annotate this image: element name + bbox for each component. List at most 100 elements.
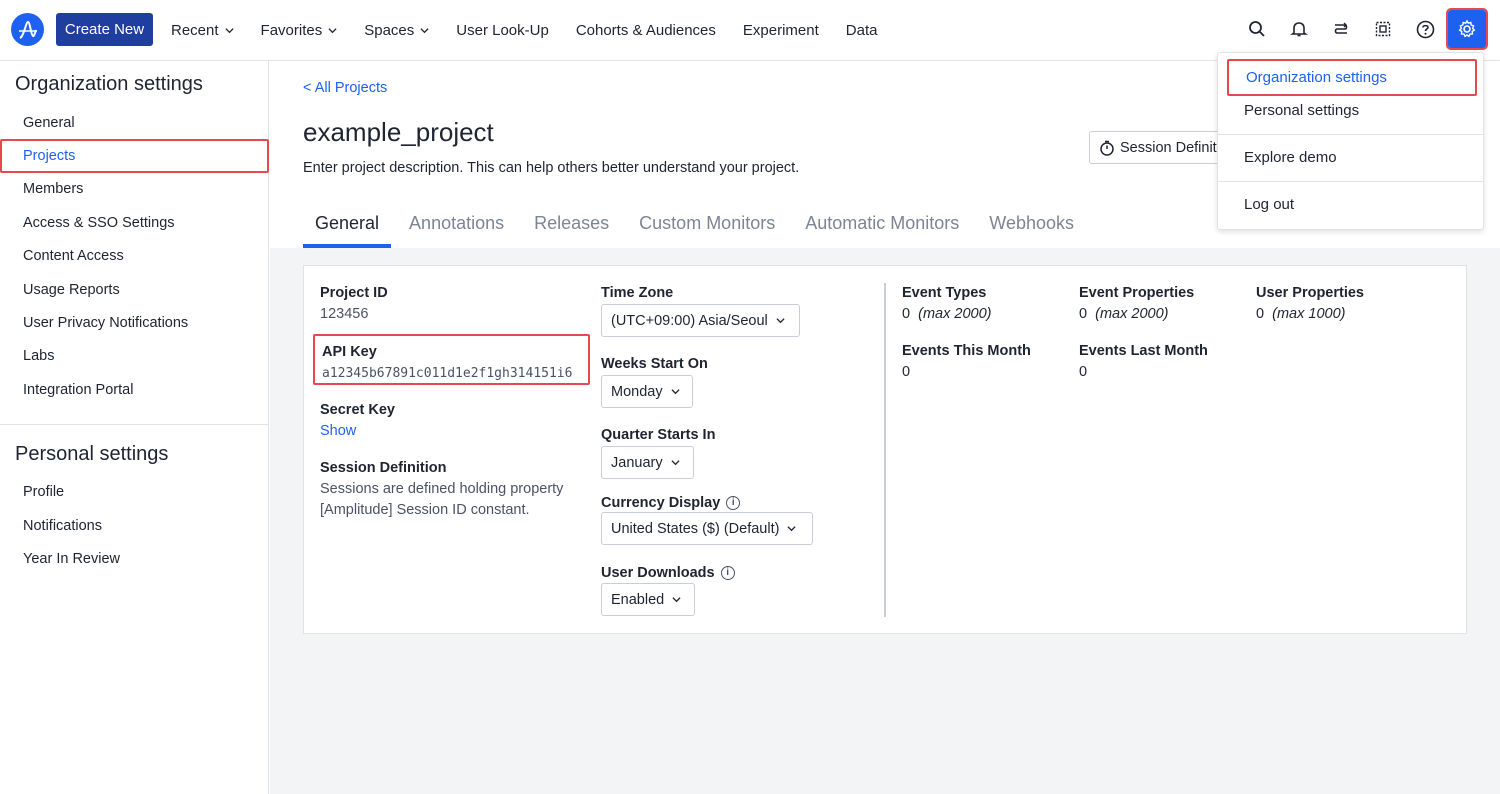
chevron-down-icon <box>671 460 680 466</box>
nav-data[interactable]: Data <box>846 22 878 39</box>
quarter-starts-label: Quarter Starts In <box>601 427 716 443</box>
sidebar-item-year-in-review[interactable]: Year In Review <box>0 542 268 575</box>
secret-key-show-link[interactable]: Show <box>320 423 356 439</box>
currency-display-value: United States ($) (Default) <box>611 520 780 537</box>
nav-spaces-label: Spaces <box>364 21 415 39</box>
menu-item-log-out[interactable]: Log out <box>1218 188 1483 221</box>
events-last-month-value: 0 <box>1079 364 1088 380</box>
project-tabs: General Annotations Releases Custom Moni… <box>303 207 1092 248</box>
page-title[interactable]: example_project <box>303 117 494 148</box>
sidebar-item-integration-portal[interactable]: Integration Portal <box>0 373 268 406</box>
secret-key-label: Secret Key <box>320 402 395 418</box>
sidebar-item-usage-reports[interactable]: Usage Reports <box>0 273 268 306</box>
shortcut-icon[interactable] <box>1322 10 1360 48</box>
tab-custom-monitors[interactable]: Custom Monitors <box>627 207 787 248</box>
column-divider <box>884 283 886 617</box>
amplitude-logo-icon[interactable] <box>11 13 44 46</box>
nav-recent-label: Recent <box>171 21 219 39</box>
quarter-starts-select[interactable]: January <box>601 446 694 479</box>
quarter-starts-value: January <box>611 454 663 471</box>
tab-webhooks[interactable]: Webhooks <box>977 207 1086 248</box>
sidebar-item-general[interactable]: General <box>0 106 268 139</box>
api-key-value[interactable]: a12345b67891c011d1e2f1gh314151i6 <box>322 366 572 381</box>
event-types-value: 0 (max 2000) <box>902 306 991 322</box>
stopwatch-icon <box>1100 140 1114 156</box>
sidebar-item-content-access[interactable]: Content Access <box>0 240 268 273</box>
time-zone-value: (UTC+09:00) Asia/Seoul <box>611 312 768 329</box>
user-properties-max: (max 1000) <box>1272 306 1346 322</box>
tab-releases[interactable]: Releases <box>522 207 621 248</box>
user-properties-label: User Properties <box>1256 285 1364 301</box>
project-id-value: 123456 <box>320 306 369 322</box>
weeks-start-label: Weeks Start On <box>601 356 708 372</box>
menu-divider <box>1218 134 1483 135</box>
menu-item-personal-settings[interactable]: Personal settings <box>1218 94 1483 127</box>
all-projects-link[interactable]: < All Projects <box>303 80 387 96</box>
api-key-highlight: API Key a12345b67891c011d1e2f1gh314151i6 <box>313 334 590 385</box>
nav-cohorts-audiences[interactable]: Cohorts & Audiences <box>576 22 716 39</box>
currency-display-text: Currency Display <box>601 495 721 511</box>
search-icon[interactable] <box>1238 10 1276 48</box>
sidebar-item-access-sso[interactable]: Access & SSO Settings <box>0 206 268 239</box>
user-properties-value: 0 (max 1000) <box>1256 306 1345 322</box>
chevron-down-icon <box>224 27 234 33</box>
project-description[interactable]: Enter project description. This can help… <box>303 160 799 176</box>
menu-item-explore-demo[interactable]: Explore demo <box>1218 141 1483 174</box>
grid-select-icon[interactable] <box>1364 10 1402 48</box>
api-key-label: API Key <box>322 344 377 360</box>
event-properties-count: 0 <box>1079 306 1088 322</box>
sidebar-item-user-privacy[interactable]: User Privacy Notifications <box>0 306 268 339</box>
event-properties-max: (max 2000) <box>1095 306 1169 322</box>
currency-display-label: Currency Display i <box>601 495 741 511</box>
bell-icon[interactable] <box>1280 10 1318 48</box>
tab-annotations[interactable]: Annotations <box>397 207 516 248</box>
user-downloads-text: User Downloads <box>601 565 715 581</box>
currency-display-select[interactable]: United States ($) (Default) <box>601 512 813 545</box>
create-new-button[interactable]: Create New <box>56 13 153 46</box>
weeks-start-select[interactable]: Monday <box>601 375 693 408</box>
chevron-down-icon <box>328 27 337 33</box>
nav-spaces[interactable]: Spaces <box>364 22 429 39</box>
event-properties-value: 0 (max 2000) <box>1079 306 1168 322</box>
menu-item-organization-settings[interactable]: Organization settings <box>1227 59 1477 96</box>
nav-favorites[interactable]: Favorites <box>261 22 338 39</box>
event-types-count: 0 <box>902 306 911 322</box>
sidebar-item-labs[interactable]: Labs <box>0 340 268 373</box>
time-zone-label: Time Zone <box>601 285 674 301</box>
session-definition-line1: Sessions are defined holding property <box>320 481 564 497</box>
sidebar-item-projects[interactable]: Projects <box>0 139 269 173</box>
nav-favorites-label: Favorites <box>260 21 323 39</box>
sidebar-item-profile[interactable]: Profile <box>0 476 268 509</box>
tab-general[interactable]: General <box>303 207 392 248</box>
time-zone-select[interactable]: (UTC+09:00) Asia/Seoul <box>601 304 800 337</box>
weeks-start-value: Monday <box>611 383 663 400</box>
event-properties-label: Event Properties <box>1079 285 1195 301</box>
sidebar-divider <box>0 423 268 425</box>
chevron-down-icon <box>671 389 680 395</box>
sidebar-item-members[interactable]: Members <box>0 173 268 206</box>
nav-experiment[interactable]: Experiment <box>743 22 819 39</box>
sidebar-item-notifications[interactable]: Notifications <box>0 509 268 542</box>
events-this-month-label: Events This Month <box>902 343 1031 359</box>
org-settings-title: Organization settings <box>15 73 203 95</box>
events-this-month-value: 0 <box>902 364 911 380</box>
menu-divider <box>1218 181 1483 182</box>
info-icon[interactable]: i <box>726 496 741 511</box>
nav-user-lookup[interactable]: User Look-Up <box>456 22 549 39</box>
settings-gear-icon[interactable] <box>1446 8 1488 50</box>
chevron-down-icon <box>776 318 785 324</box>
settings-dropdown-menu: Organization settings Personal settings … <box>1217 52 1484 230</box>
tab-automatic-monitors[interactable]: Automatic Monitors <box>793 207 971 248</box>
events-last-month-label: Events Last Month <box>1079 343 1208 359</box>
chevron-down-icon <box>672 597 681 603</box>
session-definition-button[interactable]: Session Definit <box>1089 131 1229 164</box>
nav-recent[interactable]: Recent <box>171 22 234 39</box>
session-definition-label: Session Definit <box>1120 139 1217 156</box>
user-downloads-select[interactable]: Enabled <box>601 583 695 616</box>
help-icon[interactable] <box>1406 10 1444 48</box>
session-definition-label: Session Definition <box>320 460 447 476</box>
chevron-down-icon <box>420 27 429 33</box>
project-general-card: Project ID 123456 API Key a12345b67891c0… <box>303 265 1467 634</box>
user-downloads-label: User Downloads i <box>601 565 735 581</box>
info-icon[interactable]: i <box>720 566 735 581</box>
